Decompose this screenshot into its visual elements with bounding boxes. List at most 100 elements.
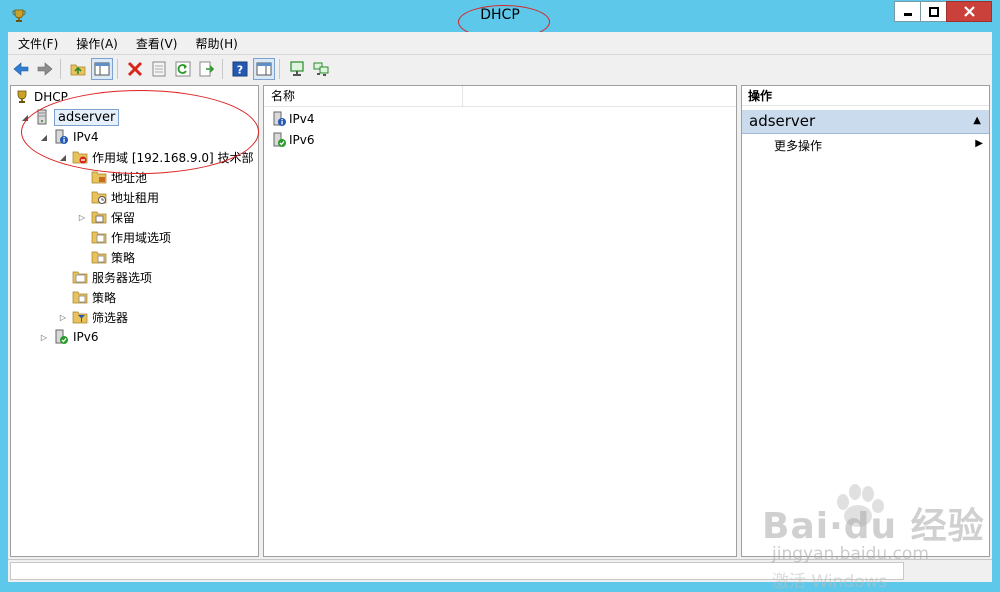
ipv6-server-icon (273, 132, 286, 147)
collapse-triangle-icon[interactable]: ◢ (20, 113, 30, 122)
expand-triangle-icon[interactable]: ▷ (58, 313, 68, 322)
menu-action[interactable]: 操作(A) (66, 35, 126, 52)
tree-label-scope: 作用域 [192.168.9.0] 技术部 (92, 150, 254, 165)
maximize-icon (928, 6, 939, 17)
server-options-folder-icon (72, 271, 88, 284)
column-header-name[interactable]: 名称 (264, 86, 463, 106)
list-item[interactable]: IPv6 (271, 130, 315, 150)
minimize-button[interactable] (894, 1, 921, 22)
tree-label-scope-policies: 策略 (111, 250, 136, 265)
content-area: DHCP ◢ adserver ◢ IPv4 ◢ 作用域 [192.168.9.… (8, 83, 992, 559)
list-item-label: IPv6 (289, 133, 315, 147)
action-section-title: adserver (749, 112, 816, 130)
column-header-row: 名称 (264, 86, 736, 107)
console-tree[interactable]: DHCP ◢ adserver ◢ IPv4 ◢ 作用域 [192.168.9.… (10, 85, 259, 557)
dhcp-trophy-icon (17, 90, 27, 103)
menu-view[interactable]: 查看(V) (126, 35, 186, 52)
expand-triangle-icon[interactable]: ▷ (39, 333, 49, 342)
export-list-button[interactable] (196, 58, 218, 80)
help-button[interactable]: ? (229, 58, 251, 80)
forward-arrow-icon (37, 62, 53, 76)
tree-label-ipv6: IPv6 (73, 330, 99, 344)
export-list-icon (199, 61, 215, 77)
refresh-icon (175, 61, 191, 77)
tree-node-ipv4[interactable]: ◢ IPv4 (39, 128, 99, 146)
toolbar-separator (279, 59, 280, 79)
refresh-button[interactable] (172, 58, 194, 80)
up-one-level-button[interactable] (67, 58, 89, 80)
result-list[interactable]: 名称 IPv4 IPv6 (263, 85, 737, 557)
submenu-arrow-icon[interactable]: ▶ (975, 138, 983, 149)
server-display-icon (290, 61, 304, 76)
display-statistics-button[interactable] (286, 58, 308, 80)
tree-label-reservations: 保留 (111, 210, 136, 225)
server-icon (37, 109, 47, 125)
show-hide-action-pane-button[interactable] (253, 58, 275, 80)
tree-node-scope[interactable]: ◢ 作用域 [192.168.9.0] 技术部 (58, 148, 254, 166)
action-pane: 操作 adserver ▲ 更多操作 ▶ (741, 85, 990, 557)
tree-node-address-leases[interactable]: 地址租用 (91, 188, 159, 206)
tree-node-address-pool[interactable]: 地址池 (91, 168, 147, 186)
collapse-triangle-icon[interactable]: ◢ (58, 153, 68, 162)
menu-file[interactable]: 文件(F) (8, 35, 66, 52)
tree-node-scope-policies[interactable]: 策略 (91, 248, 135, 266)
toolbar-separator (222, 59, 223, 79)
more-actions-item[interactable]: 更多操作 (774, 137, 822, 154)
window-title: DHCP (480, 7, 520, 23)
toolbar: ? (8, 54, 992, 83)
close-icon (963, 6, 975, 17)
server-network-icon (313, 62, 329, 76)
show-hide-tree-icon (94, 62, 110, 76)
tree-node-policies[interactable]: 策略 (72, 288, 116, 306)
tree-node-filters[interactable]: ▷ 筛选器 (58, 308, 128, 326)
address-leases-folder-icon (91, 191, 107, 204)
maximize-button[interactable] (920, 1, 947, 22)
scope-folder-icon (72, 151, 88, 164)
close-button[interactable] (946, 1, 992, 22)
menu-help[interactable]: 帮助(H) (185, 35, 245, 52)
tree-node-server-options[interactable]: 服务器选项 (72, 268, 152, 286)
title-bar[interactable]: DHCP (0, 0, 1000, 39)
minimize-icon (903, 12, 912, 16)
properties-button[interactable] (148, 58, 170, 80)
show-hide-console-tree-button[interactable] (91, 58, 113, 80)
tree-label-scope-options: 作用域选项 (111, 230, 172, 245)
scope-options-folder-icon (91, 231, 107, 244)
filters-folder-icon (72, 311, 88, 324)
help-icon: ? (232, 61, 248, 77)
tree-label-address-leases: 地址租用 (111, 190, 160, 205)
tree-node-scope-options[interactable]: 作用域选项 (91, 228, 171, 246)
ipv4-server-icon (273, 111, 286, 126)
action-section-adserver[interactable]: adserver ▲ (742, 110, 989, 134)
tree-node-ipv6[interactable]: ▷ IPv6 (39, 328, 99, 346)
properties-icon (152, 61, 166, 77)
ipv6-server-icon (55, 329, 68, 344)
tree-label-ipv4: IPv4 (73, 130, 99, 144)
tree-label-address-pool: 地址池 (111, 170, 148, 185)
policies-folder-icon (91, 251, 107, 264)
tree-node-dhcp[interactable]: DHCP (14, 88, 68, 106)
collapse-up-icon[interactable]: ▲ (973, 115, 981, 126)
mmc-window: DHCP 文件(F) 操作(A) 查看(V) 帮助(H) ? DHCP ◢ ad… (0, 0, 1000, 592)
list-item[interactable]: IPv4 (271, 109, 315, 129)
tree-node-adserver[interactable]: ◢ adserver (20, 108, 120, 126)
status-text-cell (10, 562, 904, 580)
ipv4-server-icon (55, 129, 68, 144)
svg-text:?: ? (237, 64, 243, 77)
toolbar-separator (60, 59, 61, 79)
reservations-folder-icon (91, 211, 107, 224)
tree-node-reservations[interactable]: ▷ 保留 (77, 208, 135, 226)
collapse-triangle-icon[interactable]: ◢ (39, 133, 49, 142)
list-item-label: IPv4 (289, 112, 315, 126)
tree-label-server-options: 服务器选项 (92, 270, 153, 285)
expand-triangle-icon[interactable]: ▷ (77, 213, 87, 222)
back-arrow-icon (13, 62, 29, 76)
up-folder-icon (70, 64, 86, 76)
action-pane-header: 操作 (742, 86, 989, 106)
delete-button[interactable] (124, 58, 146, 80)
tree-label-dhcp: DHCP (34, 90, 68, 104)
authorize-servers-button[interactable] (310, 58, 332, 80)
forward-button[interactable] (34, 58, 56, 80)
show-action-pane-icon (256, 62, 272, 76)
back-button[interactable] (10, 58, 32, 80)
